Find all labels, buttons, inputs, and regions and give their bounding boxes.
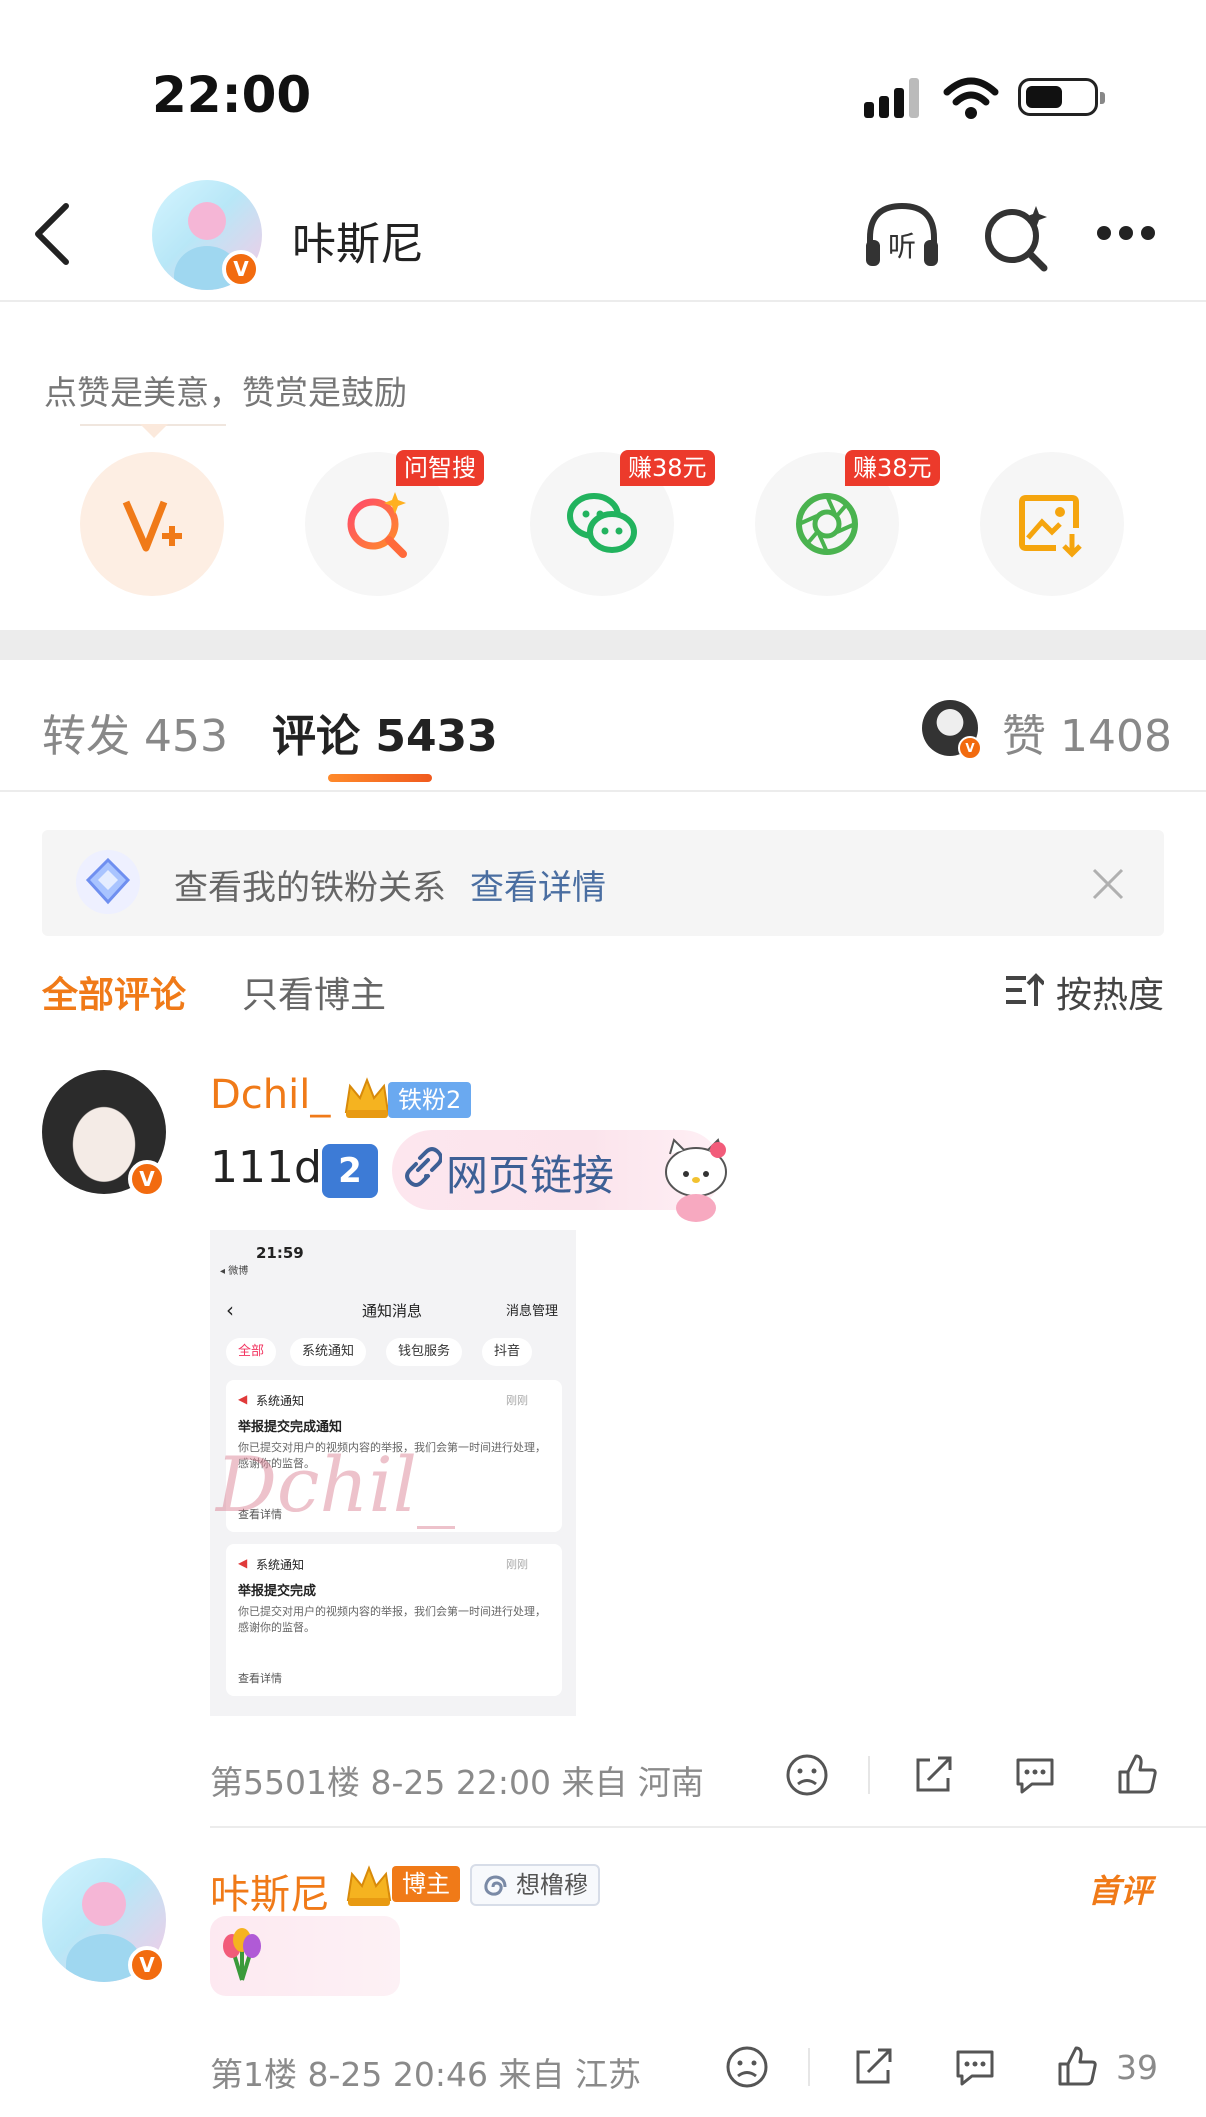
reward-vplus-button[interactable] [80, 452, 224, 596]
comment-meta: 第1楼 8-25 20:46 来自 江苏 [210, 2055, 641, 2094]
section-separator [0, 630, 1206, 660]
banner-details-link[interactable]: 查看详情 [470, 860, 606, 909]
iron-fan-badge: 铁粉2 [388, 1082, 472, 1118]
shot-time: 21:59 [256, 1244, 304, 1262]
close-icon[interactable] [1090, 866, 1126, 902]
tab-comment[interactable]: 评论 5433 [272, 700, 498, 764]
status-time: 22:00 [152, 66, 312, 124]
tab-like[interactable]: 赞 1408 [1002, 700, 1172, 764]
comment-username[interactable]: Dchil_ [210, 1072, 330, 1118]
more-icon[interactable] [1097, 226, 1157, 242]
cellular-signal-icon [864, 78, 922, 118]
comment-icon[interactable] [1012, 1752, 1058, 1798]
like-verified-badge: V [958, 736, 982, 760]
blogger-badge: 博主 [392, 1866, 460, 1902]
shot-manage: 消息管理 [506, 1304, 559, 1319]
reward-prompt: 点赞是美意，赞赏是鼓励 [44, 373, 407, 412]
ai-search-color-icon [347, 492, 407, 558]
dislike-face-icon[interactable] [784, 1752, 830, 1798]
shot-card-time: 刚刚 [506, 1558, 528, 1571]
like-icon[interactable] [1054, 2044, 1100, 2090]
header-divider [0, 300, 1206, 302]
shot-card-body: 你已提交对用户的视频内容的举报，我们会第一时间进行处理，感谢你的监督。 [238, 1605, 546, 1634]
shot-card-time: 刚刚 [506, 1394, 528, 1407]
moments-icon [796, 493, 858, 555]
first-comment-tag: 首评 [1088, 1872, 1153, 1910]
iron-fan-icon [76, 850, 140, 914]
shot-chip: 全部 [226, 1338, 277, 1366]
topic-badge-label: 想橹穆 [516, 1871, 588, 1899]
comment-divider [210, 1826, 1206, 1828]
tab-comment-label: 评论 [272, 711, 360, 762]
web-link-label[interactable]: 网页链接 [446, 1142, 614, 1203]
wifi-icon [943, 77, 999, 119]
comment-verified-badge: V [128, 1946, 166, 1984]
v-plus-icon [122, 500, 182, 552]
tulip-bouquet-icon [223, 1928, 261, 1981]
spiral-icon [484, 1875, 507, 1896]
wechat-tag: 赚38元 [620, 450, 715, 486]
crown-icon [344, 1077, 390, 1118]
shot-card-heading: 举报提交完成 [238, 1584, 317, 1599]
shot-title: 通知消息 [362, 1302, 423, 1320]
shot-bell-icon: ◀ [238, 1556, 248, 1570]
page-title[interactable]: 咔斯尼 [292, 208, 424, 272]
action-separator [868, 1756, 870, 1794]
shot-card-source: 系统通知 [256, 1394, 305, 1408]
sort-icon[interactable] [1004, 970, 1044, 1010]
sort-by-hot[interactable]: 按热度 [1056, 966, 1164, 1018]
save-image-icon [1019, 495, 1082, 558]
hello-kitty-sticker [665, 1138, 727, 1222]
link-icon [405, 1147, 442, 1187]
wechat-icon [567, 493, 637, 553]
tab-repost-label: 转发 [42, 711, 130, 762]
battery-icon [1018, 78, 1105, 116]
reward-save-image-button[interactable] [980, 452, 1124, 596]
listen-headphones-icon[interactable]: 听 [860, 194, 944, 278]
tab-repost[interactable]: 转发 453 [42, 700, 228, 764]
shot-card-source: 系统通知 [256, 1558, 305, 1572]
image-watermark: Dchil_ [216, 1440, 456, 1529]
like-icon[interactable] [1114, 1752, 1160, 1798]
tab-repost-count: 453 [144, 711, 228, 762]
comment-verified-badge: V [128, 1160, 166, 1198]
comment-username[interactable]: 咔斯尼 [210, 1862, 330, 1920]
shot-chip: 系统通知 [290, 1338, 367, 1366]
shot-bell-icon: ◀ [238, 1392, 248, 1406]
active-tab-indicator [328, 774, 432, 782]
shot-chip: 钱包服务 [386, 1338, 463, 1366]
like-count: 39 [1116, 2048, 1158, 2087]
shot-back-label: ◂ 微博 [220, 1266, 249, 1277]
number-emoji: 2 [322, 1144, 378, 1198]
tabs-divider [0, 790, 1206, 792]
share-icon[interactable] [850, 2044, 896, 2090]
back-icon[interactable] [32, 202, 72, 266]
filter-all-comments[interactable]: 全部评论 [42, 966, 186, 1018]
reward-tip-arrow [140, 424, 168, 438]
filter-blogger-only[interactable]: 只看博主 [242, 966, 386, 1018]
ai-search-icon[interactable] [974, 194, 1058, 278]
ai-search-tag: 问智搜 [396, 450, 484, 486]
verified-badge: V [222, 250, 260, 288]
tab-like-count: 1408 [1060, 711, 1172, 762]
svg-text:听: 听 [888, 230, 916, 263]
shot-card: ◀ 系统通知 刚刚 举报提交完成 你已提交对用户的视频内容的举报，我们会第一时间… [226, 1544, 562, 1696]
tab-like-label: 赞 [1002, 711, 1046, 762]
shot-back-icon: ‹ [226, 1298, 234, 1322]
shot-card-more: 查看详情 [238, 1672, 282, 1685]
tab-comment-count: 5433 [375, 711, 498, 762]
comment-icon[interactable] [952, 2044, 998, 2090]
crown-icon [346, 1865, 392, 1906]
action-separator [808, 2048, 810, 2086]
moments-tag: 赚38元 [845, 450, 940, 486]
comment-meta: 第5501楼 8-25 22:00 来自 河南 [210, 1763, 704, 1802]
shot-chip: 抖音 [482, 1338, 533, 1366]
dislike-face-icon[interactable] [724, 2044, 770, 2090]
share-icon[interactable] [910, 1752, 956, 1798]
shot-card-heading: 举报提交完成通知 [238, 1420, 343, 1435]
banner-text: 查看我的铁粉关系 [174, 868, 446, 908]
